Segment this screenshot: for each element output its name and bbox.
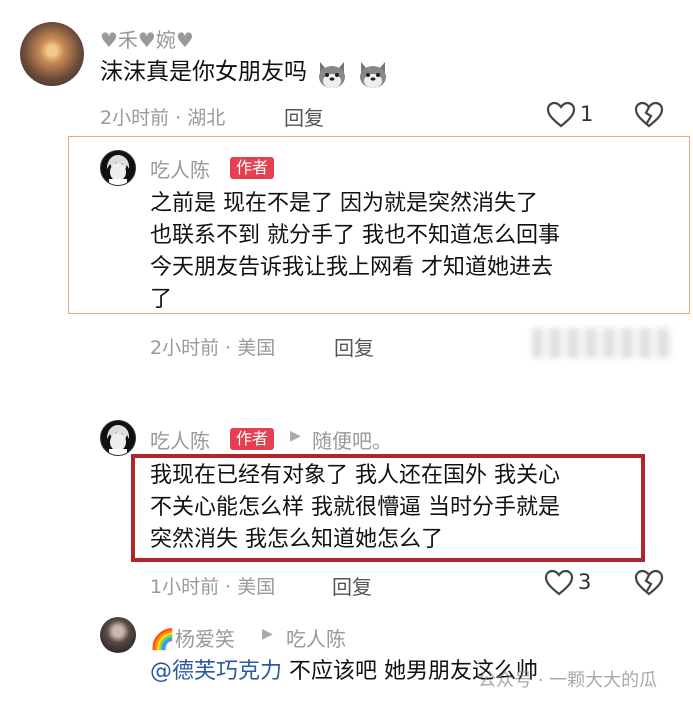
comment-username[interactable]: 吃人陈 (150, 154, 210, 183)
reply-arrow-icon: ▶ (290, 428, 301, 444)
comment-text-content: 沫沫真是你女朋友吗 (100, 59, 307, 85)
avatar[interactable] (100, 150, 136, 186)
comment-meta: 1小时前 · 美国 (150, 576, 276, 598)
avatar[interactable] (100, 617, 136, 653)
dislike-broken-heart-icon[interactable] (634, 569, 664, 597)
avatar[interactable] (20, 22, 84, 86)
like-count: 1 (580, 102, 594, 126)
husky-emoji (316, 60, 348, 90)
comment-line: 我现在已经有对象了 我人还在国外 我关心 (150, 463, 560, 488)
comment-line: 也联系不到 就分手了 我也不知道怎么回事 (150, 223, 560, 248)
comment-username[interactable]: 🌈杨爱笑 (150, 623, 235, 652)
reply-arrow-icon: ▶ (262, 626, 273, 642)
mention-link[interactable]: @德芙巧克力 (150, 659, 282, 684)
avatar[interactable] (100, 420, 136, 456)
like-heart-icon[interactable] (544, 569, 574, 597)
comment-line: 不关心能怎么样 我就很懵逼 当时分手就是 (150, 495, 560, 520)
comment-meta: 2小时前 · 美国 (150, 337, 276, 359)
comment-username[interactable]: 吃人陈 (150, 425, 210, 454)
comment-text: 之前是 现在不是了 因为就是突然消失了 也联系不到 就分手了 我也不知道怎么回事… (150, 188, 670, 316)
comment-username[interactable]: ♥禾♥婉♥ (100, 24, 194, 53)
comment-meta: 2小时前 · 湖北 (100, 107, 226, 129)
comment-text: 沫沫真是你女朋友吗 (100, 56, 389, 90)
reply-to-username[interactable]: 吃人陈 (286, 623, 346, 652)
author-badge: 作者 (230, 157, 275, 179)
comment-line: 之前是 现在不是了 因为就是突然消失了 (150, 191, 538, 216)
dislike-broken-heart-icon[interactable] (634, 101, 664, 129)
reply-to-username[interactable]: 随便吧。 (312, 425, 392, 454)
reply-button[interactable]: 回复 (332, 571, 372, 600)
comment-line: 突然消失 我怎么知道她怎么了 (150, 527, 443, 552)
like-count: 3 (578, 570, 592, 594)
reply-button[interactable]: 回复 (334, 332, 374, 361)
reply-button[interactable]: 回复 (284, 102, 324, 131)
comment-text: 我现在已经有对象了 我人还在国外 我关心 不关心能怎么样 我就很懵逼 当时分手就… (150, 460, 650, 556)
husky-emoji (357, 60, 389, 90)
watermark: 公众号 · 一颗大大的瓜 (478, 670, 658, 691)
author-badge: 作者 (230, 428, 275, 450)
comment-line: 今天朋友告诉我让我上网看 才知道她进去 (150, 255, 553, 280)
comment-line: 了 (150, 287, 173, 312)
like-heart-icon[interactable] (546, 101, 576, 129)
blurred-actions (532, 328, 672, 358)
